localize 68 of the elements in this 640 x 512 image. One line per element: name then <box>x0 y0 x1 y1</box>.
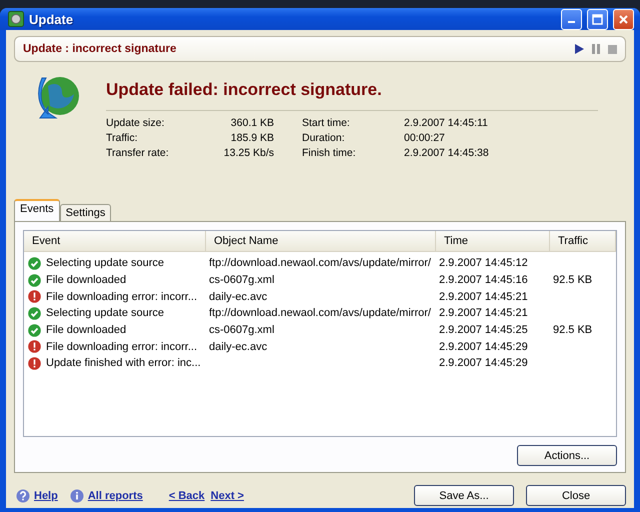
table-cell: Update finished with error: inc... <box>46 357 201 370</box>
info-value: 00:00:27 <box>404 132 446 144</box>
table-cell: File downloaded <box>46 324 126 336</box>
header-title: Update : incorrect signature <box>23 43 178 55</box>
check-icon <box>28 324 41 337</box>
table-cell: daily-ec.avc <box>209 290 268 303</box>
table-cell: 92.5 KB <box>553 324 592 336</box>
info-value: 185.9 KB <box>230 132 274 144</box>
footer-link[interactable]: < Back <box>168 490 205 502</box>
table-cell: 2.9.2007 14:45:21 <box>439 307 528 320</box>
dialog-button[interactable]: Save As... <box>414 485 514 506</box>
table-cell: 2.9.2007 14:45:21 <box>439 290 528 303</box>
app-icon <box>8 11 24 27</box>
table-cell: Selecting update source <box>46 307 164 320</box>
info-label: Update size: <box>106 117 166 129</box>
status-heading: Update failed: incorrect signature. <box>106 80 383 100</box>
help-icon <box>16 488 30 502</box>
table-cell: 2.9.2007 14:45:25 <box>439 324 528 336</box>
table-cell: ftp://download.newaol.com/avs/update/mirror/ <box>209 307 431 320</box>
error-icon <box>28 356 41 370</box>
info-value: 2.9.2007 14:45:38 <box>404 147 490 159</box>
actions-button[interactable]: Actions... <box>517 445 617 466</box>
table-cell: File downloading error: incorr... <box>46 290 198 303</box>
tab[interactable]: Settings <box>60 204 112 221</box>
table-cell: 2.9.2007 14:45:16 <box>439 274 528 286</box>
info-label: Duration: <box>302 132 346 144</box>
maximize-icon <box>592 14 603 24</box>
play-icon[interactable] <box>575 44 584 54</box>
table-cell: 2.9.2007 14:45:29 <box>439 357 528 370</box>
check-icon <box>28 256 41 270</box>
column-header[interactable]: Event <box>24 231 206 251</box>
info-icon <box>70 488 84 502</box>
check-icon <box>28 274 41 287</box>
table-cell: File downloaded <box>46 274 126 286</box>
table-cell: cs-0607g.xml <box>209 324 274 336</box>
info-label: Transfer rate: <box>106 147 170 159</box>
info-value: 13.25 Kb/s <box>222 147 274 159</box>
footer-link[interactable]: All reports <box>88 490 143 502</box>
pause-icon[interactable] <box>592 44 600 54</box>
table-cell: cs-0607g.xml <box>209 274 274 286</box>
check-icon <box>28 306 41 320</box>
table-cell: 92.5 KB <box>553 274 592 286</box>
window-title: Update <box>29 12 74 26</box>
table-cell: daily-ec.avc <box>209 340 268 353</box>
column-header[interactable]: Time <box>436 231 550 251</box>
tab[interactable]: Events <box>14 199 60 221</box>
close-icon <box>618 14 629 24</box>
info-value: 2.9.2007 14:45:11 <box>404 117 489 129</box>
table-cell: ftp://download.newaol.com/avs/update/mirror/ <box>209 257 431 270</box>
footer-link[interactable]: Next > <box>210 490 244 502</box>
minimize-icon <box>568 21 575 23</box>
info-label: Start time: <box>302 117 351 129</box>
error-icon <box>28 340 41 354</box>
info-label: Finish time: <box>302 147 357 159</box>
column-header[interactable]: Object Name <box>206 231 436 251</box>
table-cell: Selecting update source <box>46 257 164 270</box>
close-button[interactable] <box>613 8 634 30</box>
info-value: 360.1 KB <box>230 117 274 129</box>
table-cell: 2.9.2007 14:45:29 <box>439 340 528 353</box>
error-icon <box>28 290 41 304</box>
footer-link[interactable]: Help <box>34 490 58 502</box>
table-cell: File downloading error: incorr... <box>46 340 198 353</box>
minimize-button[interactable] <box>561 8 582 30</box>
table-cell: 2.9.2007 14:45:12 <box>439 257 528 270</box>
maximize-button[interactable] <box>587 8 608 30</box>
dialog-button[interactable]: Close <box>526 485 626 506</box>
info-label: Traffic: <box>106 132 139 144</box>
column-header[interactable]: Traffic <box>550 231 616 251</box>
